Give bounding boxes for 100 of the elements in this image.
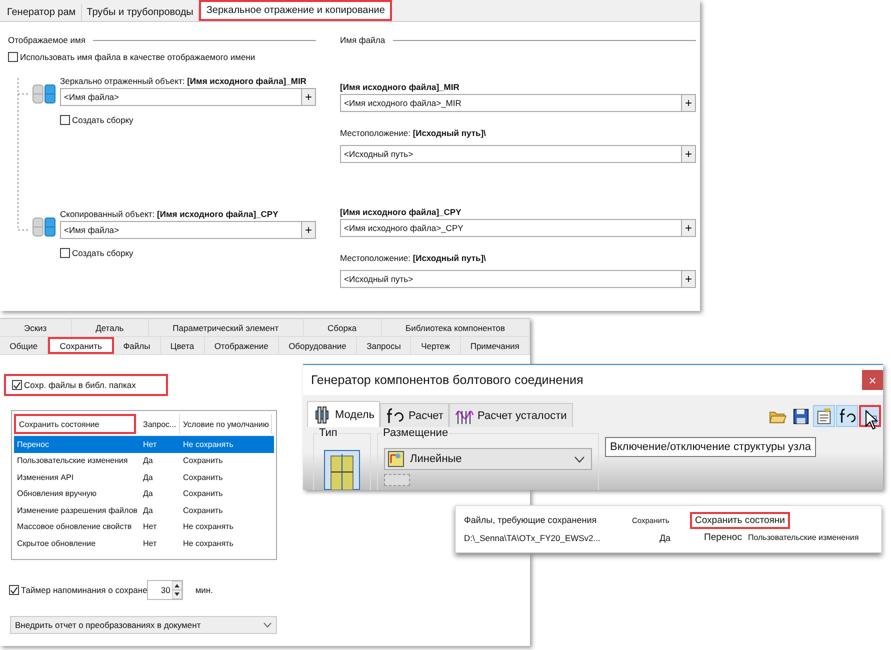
dropdown[interactable]: Внедрить отчет о преобразованиях в документ (10, 616, 277, 634)
text-field[interactable]: <Имя файла> (60, 221, 301, 239)
checkbox-label: Создать сборку (72, 248, 134, 258)
checkbox-label: Сохр. файлы в библ. папках (24, 380, 136, 390)
tab[interactable]: Примечания (460, 337, 530, 354)
plus-button[interactable]: + (681, 219, 696, 237)
tab[interactable]: Генератор рам (2, 4, 82, 21)
section-heading: Имя файла (340, 35, 386, 45)
tab[interactable]: Параметрический элемент (148, 319, 304, 336)
checkbox-label: Использовать имя файла в качестве отображаемого имени (20, 52, 256, 62)
table-cell-text: Сохранить (182, 489, 224, 498)
column-header: Файлы, требующие сохранения (464, 515, 598, 525)
table-cell-text: Да (142, 506, 154, 515)
text-field[interactable]: <Исходный путь> (340, 145, 681, 163)
tab[interactable]: Эскиз (0, 319, 72, 336)
window-title: Генератор компонентов болтового соединения (311, 373, 584, 387)
field-label: Скопированный объект: [Имя исходного файла]_CPY (60, 209, 280, 219)
tab[interactable]: Отображение (204, 337, 279, 354)
tab[interactable]: Расчет (380, 403, 450, 427)
checkbox[interactable] (60, 248, 70, 258)
tab[interactable]: Сохранить (48, 337, 114, 354)
checkbox[interactable] (8, 52, 18, 62)
dropdown-value: Линейные (410, 453, 463, 465)
part-icon (32, 82, 56, 106)
table-cell-text: Пользовательские изменения (16, 456, 129, 466)
plus-button[interactable]: + (681, 145, 696, 163)
table-cell-text: Массовое обновление свойств (16, 522, 133, 532)
tab[interactable]: Деталь (72, 319, 149, 336)
group-label: Размещение (382, 427, 450, 439)
cursor-icon (865, 410, 879, 430)
column-header: Сохранить состояни (690, 512, 790, 528)
checkbox[interactable] (12, 380, 22, 390)
unit-label: мин. (195, 585, 213, 595)
table-cell: Пользовательские изменения (748, 533, 859, 542)
column-header[interactable]: Условие по умолчанию (180, 414, 272, 434)
text-field[interactable]: <Исходный путь> (340, 270, 681, 288)
checkbox[interactable] (60, 115, 70, 125)
dropdown[interactable]: Линейные (384, 448, 592, 470)
checkbox-label: Создать сборку (72, 115, 134, 125)
function-icon (386, 406, 406, 424)
field-label: Местоположение: [Исходный путь]\ (340, 128, 487, 138)
table-cell-text: D:\_Senna\TA\OTx_FY20_EWSv2... (464, 532, 602, 542)
part-icon (32, 215, 56, 239)
tab[interactable]: Файлы (114, 337, 161, 354)
field-label: Зеркально отраженный объект: [Имя исходного файла]_MIR (60, 76, 308, 86)
table-cell-text: Не сохранять (182, 440, 234, 449)
chevron-icon (574, 456, 585, 462)
tab[interactable]: Запросы (356, 337, 412, 354)
table-cell-text: Изменение разрешения файлов (16, 506, 138, 515)
tab[interactable]: Библиотека компонентов (382, 319, 530, 336)
spinner-arrows-icon[interactable] (172, 581, 182, 599)
table-cell: Перенос (704, 532, 742, 543)
table-cell-text: Перенос (16, 440, 50, 449)
toolbar-button[interactable] (836, 405, 858, 427)
close-button[interactable]: × (862, 370, 883, 390)
text-field[interactable]: <Имя файла> (60, 88, 301, 106)
tab[interactable]: Расчет усталости (449, 403, 573, 427)
table-cell-text: Сохранить (182, 456, 224, 466)
table-cell-text: Нет (142, 522, 158, 532)
column-header[interactable]: Сохранить состояние (14, 414, 136, 434)
group-label: Тип (318, 427, 338, 439)
plus-button[interactable]: + (681, 94, 696, 112)
table-cell-text: Не сохранять (182, 538, 234, 548)
table-cell-text: Нет (142, 538, 158, 548)
column-header[interactable]: Запрос... (140, 414, 180, 434)
save-icon (792, 406, 810, 426)
plus-button[interactable]: + (301, 221, 316, 239)
plus-button[interactable]: + (301, 88, 316, 106)
table-cell-text: Изменения API (16, 472, 75, 482)
chevron-icon (263, 622, 272, 628)
text-field[interactable]: <Имя исходного файла>_CPY (340, 219, 681, 237)
tab[interactable]: Модель (307, 401, 380, 427)
connection-type-icon[interactable] (324, 450, 360, 490)
table-cell-text: Да (142, 472, 154, 482)
field-label: [Имя исходного файла]_MIR (340, 82, 460, 92)
table-cell-text: Сохранить (182, 472, 224, 482)
tab[interactable]: Зеркальное отражение и копирование (199, 0, 392, 21)
field-label: [Имя исходного файла]_CPY (340, 207, 462, 217)
tab[interactable]: Сборка (304, 319, 382, 336)
table-cell-text: Да (142, 456, 154, 466)
field-label: Местоположение: [Исходный путь]\ (340, 253, 487, 263)
tooltip: Включение/отключение структуры узла (605, 437, 816, 457)
table-cell-text: Не сохранять (182, 522, 234, 532)
table-cell-text: Нет (142, 440, 158, 449)
tab[interactable]: Чертеж (411, 337, 461, 354)
tab[interactable]: Оборудование (278, 337, 357, 354)
table-cell-text: Сохранить (182, 506, 224, 515)
plus-button[interactable]: + (681, 270, 696, 288)
tab[interactable]: Цвета (160, 337, 205, 354)
selected-row[interactable]: Перенос Нет Не сохранять (14, 436, 274, 452)
checkbox[interactable] (9, 585, 19, 595)
function-icon (838, 406, 856, 426)
section-heading: Отображаемое имя (8, 35, 86, 45)
dropdown-value: Внедрить отчет о преобразованиях в документ (15, 620, 201, 630)
text-field[interactable]: <Имя исходного файла>_MIR (340, 94, 681, 112)
table-cell-text: Да (142, 489, 154, 498)
properties-icon (815, 406, 833, 426)
tab[interactable]: Общие (0, 337, 48, 354)
table-cell-text: Да (658, 532, 672, 542)
toolbar-button[interactable] (813, 405, 835, 427)
